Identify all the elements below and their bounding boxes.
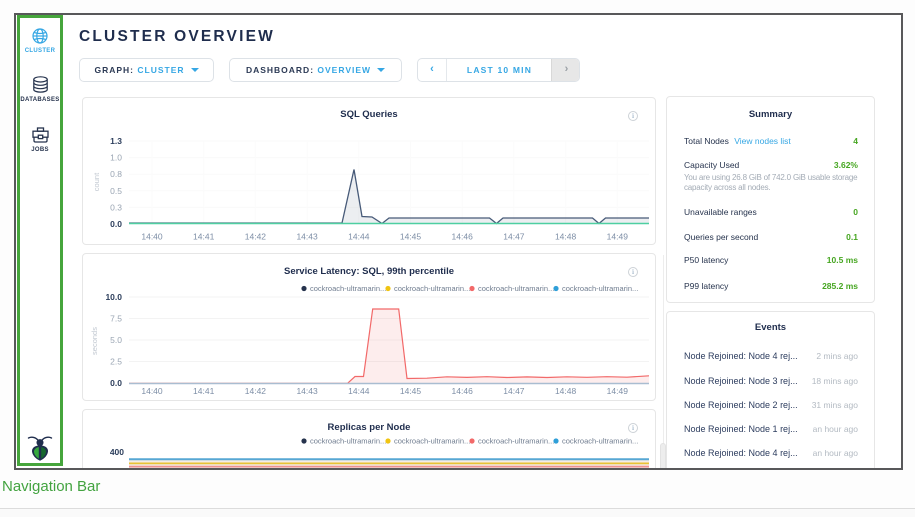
svg-text:cockroach-ultramarin...: cockroach-ultramarin... bbox=[562, 284, 638, 293]
svg-text:cockroach-ultramarin...: cockroach-ultramarin... bbox=[478, 437, 554, 446]
svg-text:14:49: 14:49 bbox=[607, 232, 629, 242]
svg-text:0.3: 0.3 bbox=[110, 202, 122, 212]
svg-text:400: 400 bbox=[110, 447, 124, 457]
svg-text:seconds: seconds bbox=[90, 327, 99, 355]
svg-text:cockroach-ultramarin...: cockroach-ultramarin... bbox=[394, 284, 470, 293]
svg-text:count: count bbox=[92, 172, 101, 191]
svg-text:14:47: 14:47 bbox=[503, 232, 525, 242]
svg-text:14:40: 14:40 bbox=[141, 232, 163, 242]
svg-text:1.0: 1.0 bbox=[110, 153, 122, 163]
svg-text:14:44: 14:44 bbox=[348, 232, 370, 242]
svg-text:14:46: 14:46 bbox=[452, 386, 474, 396]
svg-text:14:48: 14:48 bbox=[555, 232, 577, 242]
svg-text:14:46: 14:46 bbox=[452, 232, 474, 242]
svg-text:14:43: 14:43 bbox=[296, 386, 318, 396]
svg-text:0.5: 0.5 bbox=[110, 186, 122, 196]
svg-text:5.0: 5.0 bbox=[110, 335, 122, 345]
svg-text:14:42: 14:42 bbox=[245, 232, 267, 242]
svg-text:14:41: 14:41 bbox=[193, 232, 215, 242]
svg-text:14:45: 14:45 bbox=[400, 386, 422, 396]
svg-text:14:47: 14:47 bbox=[503, 386, 525, 396]
svg-text:cockroach-ultramarin...: cockroach-ultramarin... bbox=[394, 437, 470, 446]
svg-text:14:44: 14:44 bbox=[348, 386, 370, 396]
svg-text:cockroach-ultramarin...: cockroach-ultramarin... bbox=[562, 437, 638, 446]
svg-text:14:49: 14:49 bbox=[607, 386, 629, 396]
svg-text:cockroach-ultramarin...: cockroach-ultramarin... bbox=[310, 284, 386, 293]
svg-text:14:42: 14:42 bbox=[245, 386, 267, 396]
svg-text:cockroach-ultramarin...: cockroach-ultramarin... bbox=[310, 437, 386, 446]
svg-text:0.0: 0.0 bbox=[110, 219, 122, 229]
svg-text:10.0: 10.0 bbox=[105, 292, 122, 302]
svg-text:cockroach-ultramarin...: cockroach-ultramarin... bbox=[478, 284, 554, 293]
svg-text:1.3: 1.3 bbox=[110, 136, 122, 146]
svg-text:7.5: 7.5 bbox=[110, 314, 122, 324]
svg-text:14:43: 14:43 bbox=[296, 232, 318, 242]
svg-text:0.8: 0.8 bbox=[110, 169, 122, 179]
svg-text:14:48: 14:48 bbox=[555, 386, 577, 396]
svg-text:14:45: 14:45 bbox=[400, 232, 422, 242]
svg-text:0.0: 0.0 bbox=[110, 378, 122, 388]
svg-text:14:40: 14:40 bbox=[141, 386, 163, 396]
svg-text:2.5: 2.5 bbox=[110, 357, 122, 367]
svg-text:14:41: 14:41 bbox=[193, 386, 215, 396]
